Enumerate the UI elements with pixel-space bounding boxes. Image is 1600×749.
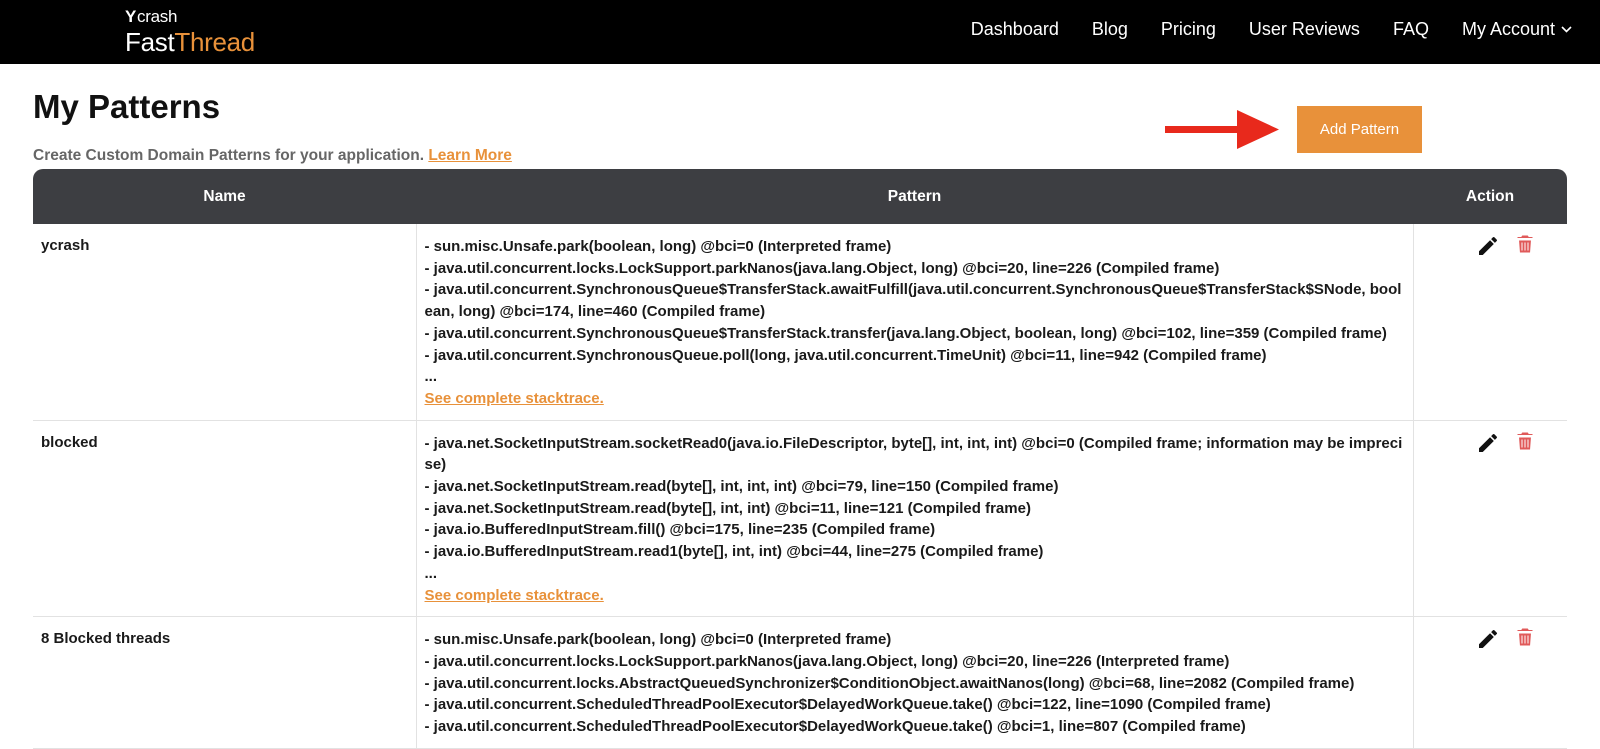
pattern-stacktrace: - java.net.SocketInputStream.socketRead0… [416,420,1414,618]
nav-blog-label: Blog [1091,18,1128,39]
stack-line: - java.util.concurrent.SynchronousQueue$… [424,281,1402,321]
add-pattern-button[interactable]: Add Pattern [1297,106,1422,153]
page-subtitle: Create Custom Domain Patterns for your a… [33,147,512,165]
stack-line: - java.util.concurrent.locks.LockSupport… [424,259,1220,277]
subtitle-text: Create Custom Domain Patterns for your a… [33,147,425,164]
pencil-icon[interactable] [1476,431,1500,455]
see-complete-stacktrace-link[interactable]: See complete stacktrace. [425,587,604,604]
pencil-icon[interactable] [1476,627,1500,651]
pattern-stacktrace: - sun.misc.Unsafe.park(boolean, long) @b… [416,224,1414,421]
nav-my-account[interactable]: My Account [1462,19,1572,40]
stack-line: - sun.misc.Unsafe.park(boolean, long) @b… [424,238,892,255]
arrow-right-icon [1165,110,1279,149]
table-row: blocked - java.net.SocketInputStream.soc… [33,420,1567,618]
nav-faq-label: FAQ [1392,18,1429,39]
trash-icon[interactable] [1516,431,1534,455]
learn-more-link[interactable]: Learn More [428,147,512,164]
row-actions [1413,616,1567,749]
nav-user-reviews[interactable]: User Reviews [1249,19,1360,40]
stack-line: ... [424,368,438,386]
table-row: 8 Blocked threads - sun.misc.Unsafe.park… [33,616,1567,749]
stack-line: - java.util.concurrent.ScheduledThreadPo… [424,718,1246,736]
column-header-name: Name [33,169,416,224]
nav-faq[interactable]: FAQ [1393,19,1429,40]
pattern-name: ycrash [33,224,417,421]
row-actions [1413,420,1567,618]
trash-icon[interactable] [1516,627,1534,651]
nav-pricing-label: Pricing [1160,18,1216,39]
pencil-icon[interactable] [1476,234,1500,258]
chevron-down-icon [1561,22,1572,36]
stack-line: - java.util.concurrent.SynchronousQueue.… [424,346,1267,364]
nav-user-reviews-label: User Reviews [1248,18,1360,39]
pattern-name: blocked [33,420,417,618]
stack-line: - java.io.BufferedInputStream.fill() @bc… [424,521,936,539]
ycrash-y-icon: Y [125,7,137,26]
column-header-pattern: Pattern [416,169,1413,224]
main-nav: Dashboard Blog Pricing User Reviews FAQ … [938,0,1572,58]
logo-thread-text: Thread [174,27,255,57]
stack-line: - sun.misc.Unsafe.park(boolean, long) @b… [424,631,892,649]
stack-line: - java.net.SocketInputStream.socketRead0… [424,434,1403,474]
stack-line: - java.io.BufferedInputStream.read1(byte… [424,543,1044,561]
page-title: My Patterns [33,88,221,125]
logo-fast-text: Fast [125,27,175,57]
stack-line: - java.util.concurrent.locks.AbstractQue… [424,674,1355,692]
nav-pricing[interactable]: Pricing [1161,19,1216,40]
nav-my-account-label: My Account [1461,18,1555,39]
trash-icon[interactable] [1516,234,1534,258]
logo-title: FastThread [125,27,255,57]
patterns-table: Name Pattern Action ycrash - sun.misc.Un… [33,169,1567,749]
see-complete-stacktrace-link[interactable]: See complete stacktrace. [425,390,604,407]
pattern-stacktrace: - sun.misc.Unsafe.park(boolean, long) @b… [416,616,1414,749]
patterns-table-container: Name Pattern Action ycrash - sun.misc.Un… [33,169,1567,749]
stack-line: - java.net.SocketInputStream.read(byte[]… [424,478,1059,496]
stack-line: ... [424,564,438,582]
pattern-name: 8 Blocked threads [33,616,417,749]
top-navbar: Y crash FastThread Dashboard Blog Pricin… [0,0,1600,64]
table-header: Name Pattern Action [33,169,1567,224]
stack-line: - java.util.concurrent.locks.LockSupport… [424,652,1230,670]
row-actions [1413,224,1567,421]
logo-small-text: crash [137,7,178,26]
column-header-action: Action [1413,169,1567,224]
nav-blog[interactable]: Blog [1092,19,1128,40]
nav-dashboard-label: Dashboard [970,18,1059,39]
logo-ycrash: Y crash [125,8,255,26]
table-row: ycrash - sun.misc.Unsafe.park(boolean, l… [33,224,1567,421]
stack-line: - java.util.concurrent.SynchronousQueue$… [424,324,1387,342]
nav-dashboard[interactable]: Dashboard [971,19,1059,40]
stack-line: - java.net.SocketInputStream.read(byte[]… [424,499,1031,517]
fastthread-logo[interactable]: Y crash FastThread [125,8,255,58]
